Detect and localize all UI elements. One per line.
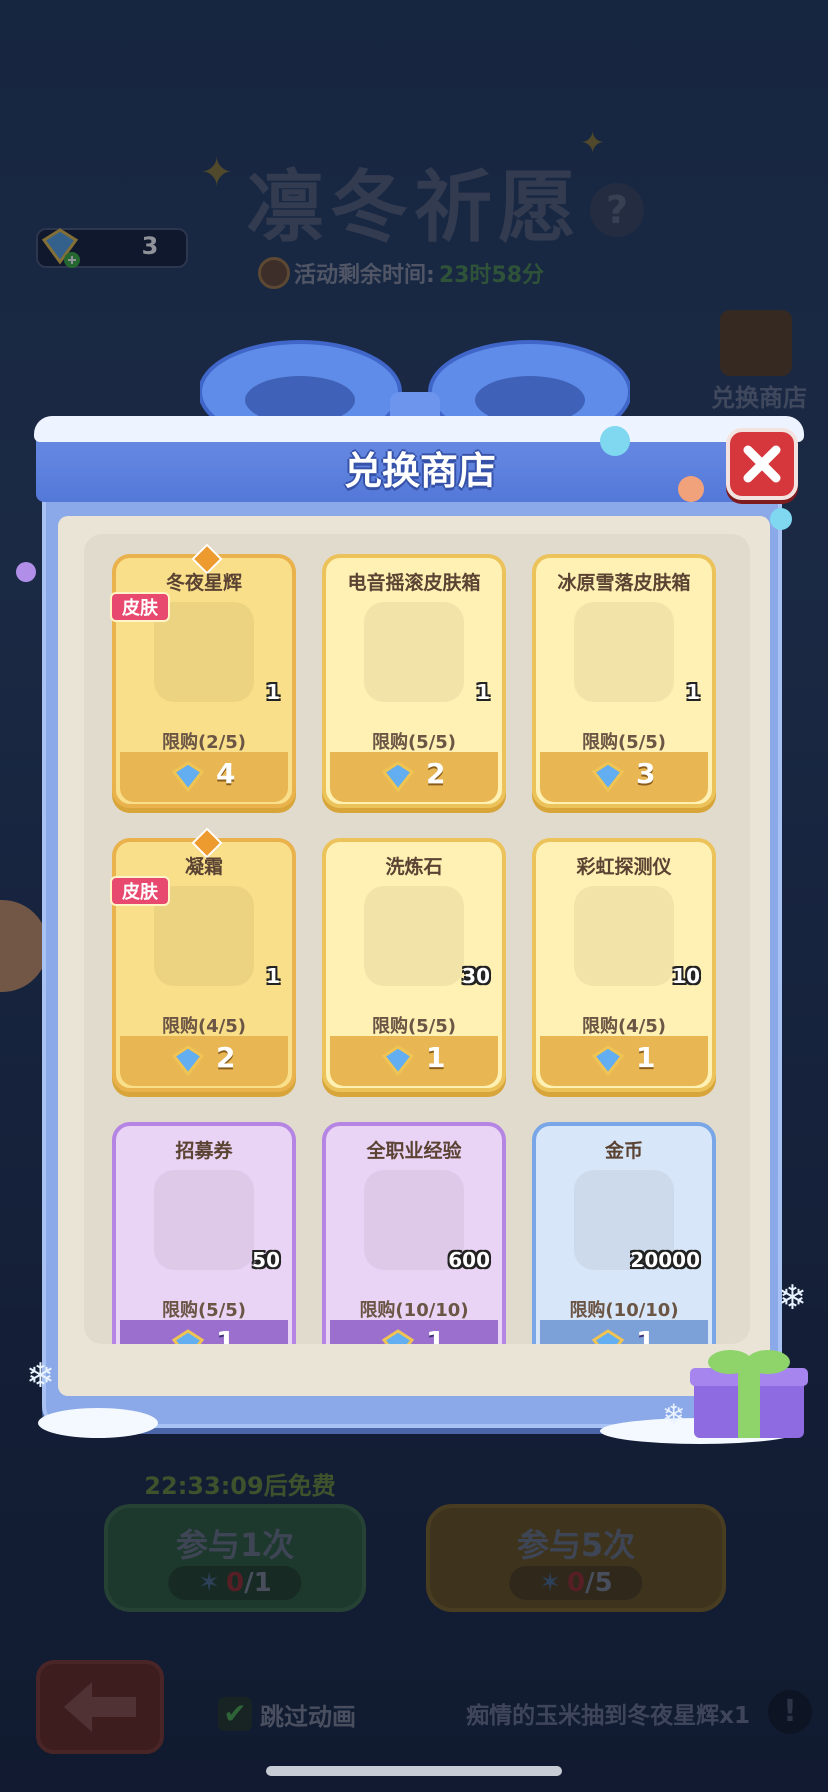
shop-item-grid[interactable]: 冬夜星辉 1 限购(2/5) 4 皮肤 电音摇滚皮肤箱 1 限购(5/5) 2 冰原雪落皮肤箱 1 限… [84, 534, 750, 1344]
item-image-icon [364, 602, 464, 702]
price-button[interactable]: 1 [540, 1320, 708, 1344]
gem-currency-icon [591, 761, 625, 793]
snow-decoration [38, 1408, 158, 1438]
gem-currency-icon [171, 1045, 205, 1077]
item-quantity: 1 [266, 964, 280, 988]
item-name: 全职业经验 [366, 1140, 462, 1162]
purchase-limit: 限购(5/5) [371, 1016, 457, 1037]
snow-decoration [34, 416, 804, 442]
gem-currency-icon [381, 1329, 415, 1344]
ornament-icon [770, 508, 792, 530]
item-price: 1 [636, 1041, 656, 1074]
gem-currency-icon [591, 1045, 625, 1077]
shop-item[interactable]: 凝霜 1 限购(4/5) 2 皮肤 [110, 827, 296, 1092]
item-price: 2 [426, 757, 446, 790]
gem-currency-icon [171, 1329, 205, 1344]
item-name: 金币 [604, 1140, 643, 1162]
price-button[interactable]: 4 [120, 752, 288, 802]
shop-item[interactable]: 招募券 50 限购(5/5) 1 [112, 1122, 296, 1344]
purchase-limit: 限购(5/5) [371, 732, 457, 753]
gem-currency-icon [381, 1045, 415, 1077]
close-icon [743, 445, 781, 483]
item-name: 招募券 [175, 1140, 233, 1162]
item-quantity: 1 [266, 680, 280, 704]
item-quantity: 30 [462, 964, 490, 988]
skin-badge: 皮肤 [110, 876, 170, 906]
item-image-icon [574, 886, 674, 986]
ornament-icon [678, 476, 704, 502]
modal-title: 兑换商店 [343, 449, 496, 493]
item-quantity: 50 [252, 1248, 280, 1272]
snowflake-icon: ❄ [26, 1356, 55, 1396]
purchase-limit: 限购(10/10) [359, 1300, 469, 1321]
gem-currency-icon [381, 761, 415, 793]
shop-item[interactable]: 电音摇滚皮肤箱 1 限购(5/5) 2 [322, 554, 506, 808]
ornament-icon [600, 426, 630, 456]
shop-item[interactable]: 金币 20000 限购(10/10) 1 [532, 1122, 716, 1344]
purchase-limit: 限购(4/5) [581, 1016, 667, 1037]
item-name: 凝霜 [184, 856, 223, 878]
item-image-icon [574, 602, 674, 702]
item-price: 1 [426, 1325, 446, 1344]
price-button[interactable]: 1 [330, 1036, 498, 1086]
price-button[interactable]: 2 [120, 1036, 288, 1086]
close-button[interactable] [726, 428, 798, 500]
purchase-limit: 限购(2/5) [161, 732, 247, 753]
item-price: 1 [216, 1325, 236, 1344]
item-name: 电音摇滚皮肤箱 [347, 572, 481, 594]
shop-item[interactable]: 彩虹探测仪 10 限购(4/5) 1 [532, 838, 716, 1092]
item-name: 冰原雪落皮肤箱 [557, 572, 691, 594]
purchase-limit: 限购(10/10) [569, 1300, 679, 1321]
shop-item[interactable]: 全职业经验 600 限购(10/10) 1 [322, 1122, 506, 1344]
price-button[interactable]: 2 [330, 752, 498, 802]
item-name: 洗炼石 [385, 856, 443, 878]
item-price: 3 [636, 757, 656, 790]
item-name: 冬夜星辉 [165, 572, 242, 594]
snowflake-icon: ❄ [662, 1398, 686, 1431]
gift-box-icon [690, 1350, 808, 1438]
item-image-icon [154, 1170, 254, 1270]
shop-item[interactable]: 洗炼石 30 限购(5/5) 1 [322, 838, 506, 1092]
price-button[interactable]: 1 [540, 1036, 708, 1086]
price-button[interactable]: 3 [540, 752, 708, 802]
item-price: 2 [216, 1041, 236, 1074]
price-button[interactable]: 1 [120, 1320, 288, 1344]
item-image-icon [364, 886, 464, 986]
item-price: 1 [426, 1041, 446, 1074]
item-quantity: 600 [448, 1248, 490, 1272]
gem-currency-icon [171, 761, 205, 793]
purchase-limit: 限购(5/5) [581, 732, 667, 753]
item-quantity: 1 [686, 680, 700, 704]
item-quantity: 20000 [630, 1248, 700, 1272]
purchase-limit: 限购(4/5) [161, 1016, 247, 1037]
item-price: 1 [636, 1325, 656, 1344]
item-quantity: 1 [476, 680, 490, 704]
shop-item[interactable]: 冰原雪落皮肤箱 1 限购(5/5) 3 [532, 554, 716, 808]
shop-item[interactable]: 冬夜星辉 1 限购(2/5) 4 皮肤 [110, 543, 296, 808]
item-name: 彩虹探测仪 [576, 856, 672, 878]
home-indicator[interactable] [266, 1766, 562, 1776]
item-quantity: 10 [672, 964, 700, 988]
purchase-limit: 限购(5/5) [161, 1300, 247, 1321]
item-price: 4 [216, 757, 236, 790]
price-button[interactable]: 1 [330, 1320, 498, 1344]
gem-currency-icon [591, 1329, 625, 1344]
skin-badge: 皮肤 [110, 592, 170, 622]
ornament-icon [16, 562, 36, 582]
snowflake-icon: ❄ [778, 1278, 807, 1318]
